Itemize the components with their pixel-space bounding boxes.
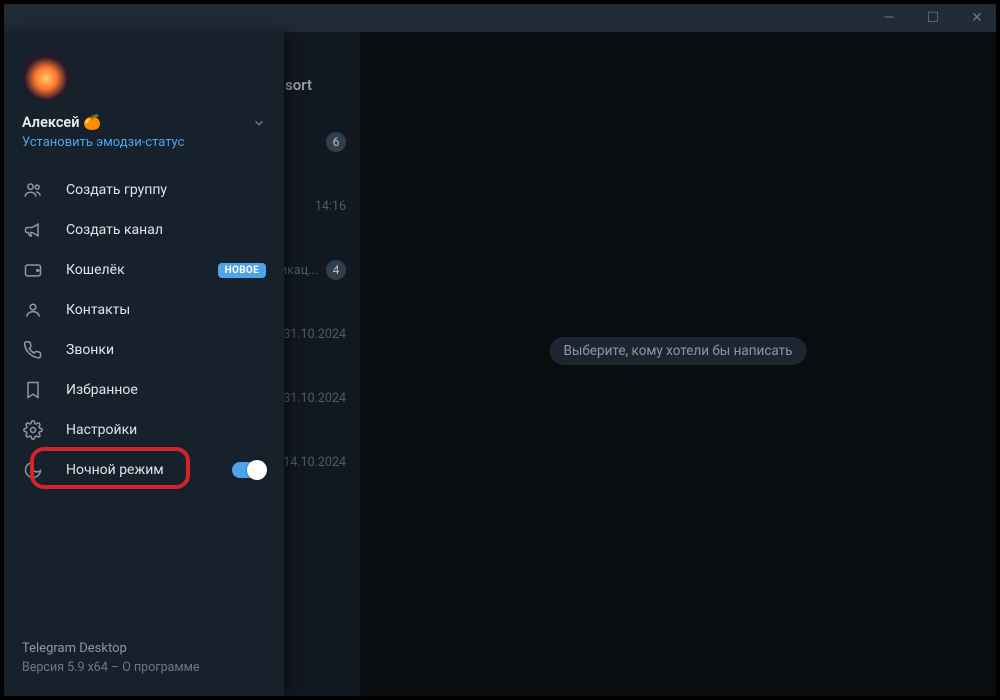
profile-name: Алексей 🍊 (22, 114, 101, 131)
menu-calls[interactable]: Звонки (4, 330, 284, 370)
profile-section (4, 32, 284, 104)
main-menu: Создать группу Создать канал Кошелёк (4, 164, 284, 490)
chat-time: 31.10.2024 (283, 327, 346, 342)
menu-label: Кошелёк (66, 262, 125, 278)
night-mode-toggle[interactable] (232, 462, 266, 478)
menu-label: Настройки (66, 422, 137, 438)
window-close-button[interactable]: ✕ (964, 7, 990, 29)
chevron-down-icon (252, 116, 266, 130)
profile-name-row[interactable]: Алексей 🍊 (4, 104, 284, 133)
menu-label: Ночной режим (66, 462, 164, 478)
empty-chat-hint: Выберите, кому хотели бы написать (550, 337, 807, 365)
menu-label: Создать канал (66, 222, 163, 238)
titlebar: — ☐ ✕ (4, 4, 996, 32)
avatar[interactable] (22, 52, 70, 100)
set-emoji-status-link[interactable]: Установить эмодзи-статус (4, 133, 284, 164)
menu-new-channel[interactable]: Создать канал (4, 210, 284, 250)
menu-label: Создать группу (66, 182, 167, 198)
moon-icon (22, 459, 44, 481)
menu-night-mode[interactable]: Ночной режим (4, 450, 284, 490)
app-version[interactable]: Версия 5.9 x64 – О программе (22, 659, 266, 678)
chat-list-column: sort 6 14:16 икац...4 31.10.2024 31.10.2… (4, 32, 360, 696)
window-maximize-button[interactable]: ☐ (920, 7, 946, 29)
menu-settings[interactable]: Настройки (4, 410, 284, 450)
chat-preview: икац... (280, 263, 318, 278)
app-window: — ☐ ✕ sort 6 14:16 икац...4 31.10.2024 3… (4, 4, 996, 696)
menu-label: Звонки (66, 342, 114, 358)
chat-time: 14.10.2024 (283, 455, 346, 470)
chat-time: 31.10.2024 (283, 391, 346, 406)
menu-saved[interactable]: Избранное (4, 370, 284, 410)
new-badge: НОВОЕ (218, 263, 266, 278)
phone-icon (22, 339, 44, 361)
unread-badge: 6 (326, 132, 346, 152)
menu-wallet[interactable]: Кошелёк НОВОЕ (4, 250, 284, 290)
wallet-icon (22, 259, 44, 281)
menu-label: Избранное (66, 382, 138, 398)
chat-time: 14:16 (315, 199, 346, 214)
menu-label: Контакты (66, 302, 130, 318)
megaphone-icon (22, 219, 44, 241)
drawer-footer: Telegram Desktop Версия 5.9 x64 – О прог… (4, 625, 284, 696)
user-icon (22, 299, 44, 321)
bookmark-icon (22, 379, 44, 401)
menu-contacts[interactable]: Контакты (4, 290, 284, 330)
chat-area: Выберите, кому хотели бы написать (360, 32, 996, 696)
group-icon (22, 179, 44, 201)
unread-badge: 4 (326, 260, 346, 280)
app-name: Telegram Desktop (22, 639, 266, 659)
main-menu-drawer: Алексей 🍊 Установить эмодзи-статус Созда… (4, 32, 284, 696)
gear-icon (22, 419, 44, 441)
window-minimize-button[interactable]: — (876, 7, 902, 29)
menu-new-group[interactable]: Создать группу (4, 170, 284, 210)
app-body: sort 6 14:16 икац...4 31.10.2024 31.10.2… (4, 32, 996, 696)
